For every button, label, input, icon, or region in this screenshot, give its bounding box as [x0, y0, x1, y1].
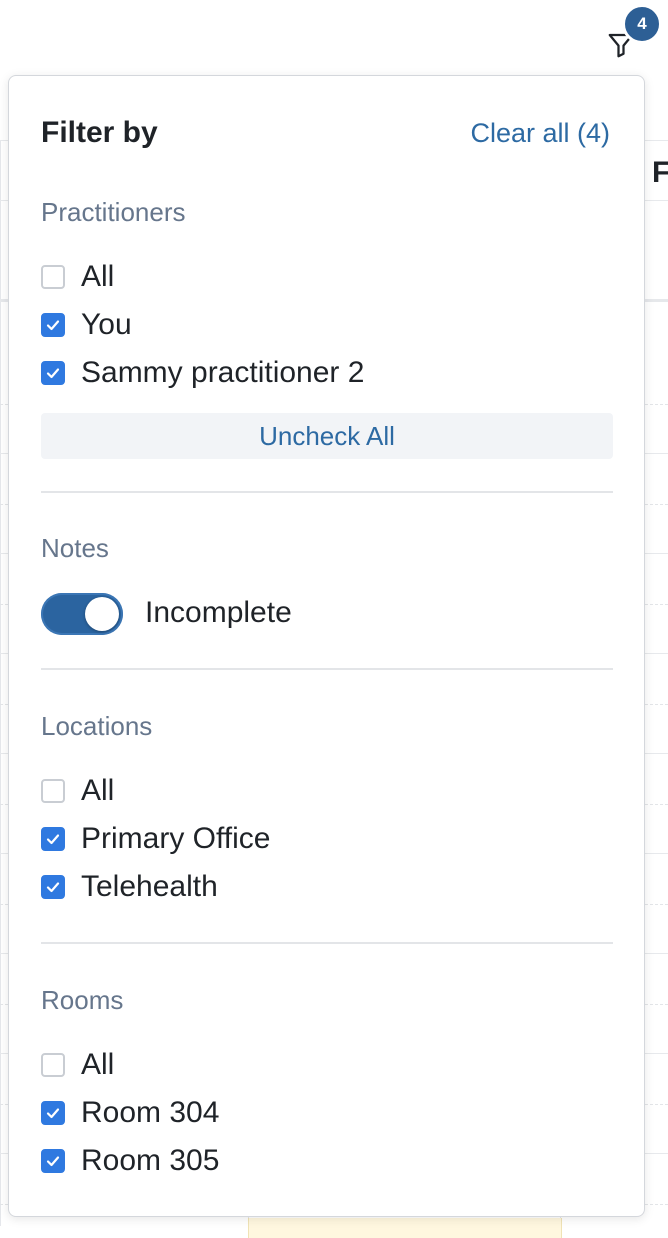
section-title-locations: Locations — [41, 711, 153, 741]
section-title-practitioners: Practitioners — [41, 197, 186, 227]
practitioner-option-sammy[interactable]: Sammy practitioner 2 — [41, 353, 364, 393]
option-label: Room 304 — [81, 1096, 220, 1129]
calendar-grid-line — [0, 140, 1, 1226]
checkbox[interactable] — [41, 1101, 65, 1125]
toggle-knob — [85, 597, 119, 631]
checkmark-icon — [46, 834, 60, 845]
checkbox[interactable] — [41, 779, 65, 803]
room-option-305[interactable]: Room 305 — [41, 1141, 219, 1181]
option-label: Sammy practitioner 2 — [81, 356, 365, 389]
filter-panel: Filter by Clear all (4) Practitioners Al… — [8, 75, 645, 1217]
checkmark-icon — [46, 1156, 60, 1167]
filter-count-badge: 4 — [622, 4, 662, 44]
option-label: Telehealth — [81, 870, 218, 903]
panel-title: Filter by — [41, 116, 158, 149]
toggle-label: Incomplete — [145, 596, 292, 629]
option-label: All — [81, 1048, 115, 1081]
checkbox[interactable] — [41, 313, 65, 337]
checkmark-icon — [46, 1108, 60, 1119]
location-option-primary-office[interactable]: Primary Office — [41, 819, 270, 859]
location-option-all[interactable]: All — [41, 771, 114, 811]
clear-all-link[interactable]: Clear all (4) — [470, 118, 610, 149]
section-title-notes: Notes — [41, 533, 109, 563]
room-option-304[interactable]: Room 304 — [41, 1093, 219, 1133]
location-option-telehealth[interactable]: Telehealth — [41, 867, 218, 907]
uncheck-all-button[interactable]: Uncheck All — [41, 413, 613, 459]
option-label: Primary Office — [81, 822, 271, 855]
option-label: All — [81, 774, 115, 807]
checkbox[interactable] — [41, 1053, 65, 1077]
checkbox[interactable] — [41, 827, 65, 851]
practitioner-option-you[interactable]: You — [41, 305, 132, 345]
checkbox[interactable] — [41, 1149, 65, 1173]
checkbox[interactable] — [41, 875, 65, 899]
checkbox[interactable] — [41, 265, 65, 289]
section-divider — [41, 491, 613, 493]
section-divider — [41, 942, 613, 944]
calendar-column-header: F — [652, 156, 668, 189]
checkmark-icon — [46, 368, 60, 379]
option-label: All — [81, 260, 115, 293]
room-option-all[interactable]: All — [41, 1045, 114, 1085]
calendar-event[interactable] — [248, 1218, 562, 1238]
option-label: Room 305 — [81, 1144, 220, 1177]
practitioner-option-all[interactable]: All — [41, 257, 114, 297]
checkmark-icon — [46, 882, 60, 893]
incomplete-notes-toggle[interactable] — [41, 593, 123, 635]
checkbox[interactable] — [41, 361, 65, 385]
checkmark-icon — [46, 320, 60, 331]
section-divider — [41, 668, 613, 670]
option-label: You — [81, 308, 132, 341]
section-title-rooms: Rooms — [41, 985, 124, 1015]
